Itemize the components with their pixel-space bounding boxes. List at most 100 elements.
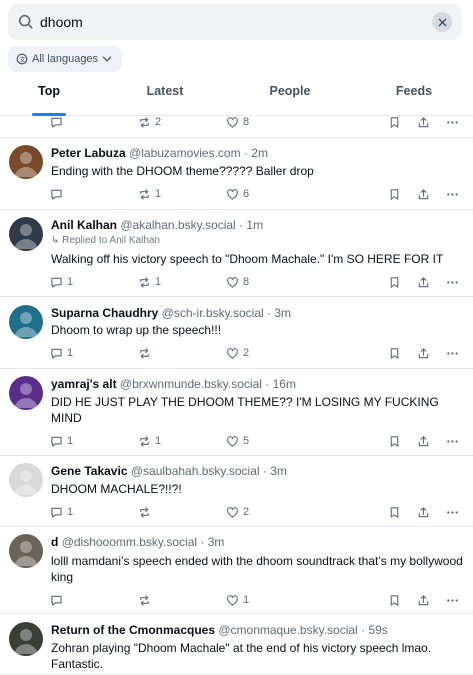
post-timestamp[interactable]: 59s	[368, 623, 387, 637]
author-handle[interactable]: @cmonmaque.bsky.social	[218, 623, 357, 637]
post[interactable]: d @dishooomm.bsky.social · 3m lolll mamda…	[0, 527, 473, 614]
tab-top[interactable]: Top	[26, 84, 72, 116]
repost-button[interactable]: 1	[138, 186, 161, 202]
repost-button[interactable]: 1	[138, 433, 161, 449]
bookmark-button[interactable]	[388, 592, 401, 608]
share-button[interactable]	[417, 186, 430, 202]
reply-button[interactable]	[50, 186, 67, 202]
post[interactable]: Anil Kalhan @akalhan.bsky.social · 1m ↳ R…	[0, 210, 473, 297]
post-timestamp[interactable]: 3m	[270, 464, 287, 478]
search-input[interactable]	[40, 4, 420, 40]
user-avatar-icon	[14, 541, 38, 566]
share-button[interactable]	[417, 114, 430, 130]
tab-feeds[interactable]: Feeds	[389, 84, 439, 116]
share-button[interactable]	[417, 592, 430, 608]
avatar[interactable]	[9, 217, 43, 251]
avatar[interactable]	[9, 376, 43, 410]
chevron-down-icon	[102, 56, 112, 62]
close-icon	[438, 18, 446, 26]
share-button[interactable]	[417, 274, 430, 290]
reply-button[interactable]	[50, 592, 67, 608]
avatar[interactable]	[9, 622, 43, 656]
author-name[interactable]: Suparna Chaudhry	[51, 306, 158, 320]
repost-button[interactable]: 2	[138, 114, 161, 130]
share-icon	[418, 116, 429, 127]
avatar[interactable]	[9, 534, 43, 568]
more-options-button[interactable]	[446, 186, 459, 202]
bookmark-button[interactable]	[388, 345, 401, 361]
reply-count: 1	[67, 435, 74, 447]
like-button[interactable]: 8	[226, 274, 249, 290]
heart-icon	[227, 506, 238, 518]
like-button[interactable]: 2	[226, 504, 249, 520]
like-button[interactable]: 2	[226, 345, 249, 361]
repost-button[interactable]	[138, 345, 155, 361]
reply-button[interactable]: 1	[50, 504, 73, 520]
post-header: Anil Kalhan @akalhan.bsky.social · 1m	[51, 218, 264, 232]
author-name[interactable]: yamraj's alt	[51, 377, 117, 391]
post[interactable]: Suparna Chaudhry @sch-ir.bsky.social · 3…	[0, 297, 473, 369]
author-handle[interactable]: @dishooomm.bsky.social	[62, 535, 197, 549]
tab-latest[interactable]: Latest	[138, 84, 192, 116]
language-filter-button[interactable]: 文 All languages	[8, 46, 123, 72]
bookmark-icon	[390, 276, 399, 288]
post-timestamp[interactable]: 3m	[274, 306, 291, 320]
post[interactable]: Gene Takavic @saulbahah.bsky.social · 3m…	[0, 456, 473, 527]
share-button[interactable]	[417, 504, 430, 520]
post-timestamp[interactable]: 3m	[208, 535, 225, 549]
avatar[interactable]	[9, 145, 43, 179]
post-timestamp[interactable]: 2m	[251, 146, 268, 160]
reply-indicator[interactable]: ↳ Replied to Anil Kalhan	[51, 235, 160, 246]
like-button[interactable]: 6	[226, 186, 249, 202]
like-count: 1	[243, 594, 250, 606]
more-options-button[interactable]	[446, 274, 459, 290]
post-timestamp[interactable]: 1m	[246, 218, 263, 232]
repost-button[interactable]	[138, 504, 155, 520]
more-options-button[interactable]	[446, 592, 459, 608]
bookmark-button[interactable]	[388, 186, 401, 202]
repost-icon	[140, 594, 149, 606]
bookmark-button[interactable]	[388, 504, 401, 520]
share-button[interactable]	[417, 345, 430, 361]
post-timestamp[interactable]: 16m	[273, 377, 296, 391]
post[interactable]: yamraj's alt @brxwnmunde.bsky.social · 1…	[0, 369, 473, 456]
author-name[interactable]: Return of the Cmonmacques	[51, 623, 215, 637]
reply-button[interactable]: 1	[50, 433, 73, 449]
bookmark-button[interactable]	[388, 274, 401, 290]
author-name[interactable]: Peter Labuza	[51, 146, 126, 160]
bookmark-button[interactable]	[388, 433, 401, 449]
like-button[interactable]: 1	[226, 592, 249, 608]
like-count: 8	[243, 116, 250, 128]
share-button[interactable]	[417, 433, 430, 449]
clear-search-button[interactable]	[432, 12, 452, 32]
post[interactable]: Peter Labuza @labuzamovies.com · 2m Endin…	[0, 138, 473, 210]
author-handle[interactable]: @sch-ir.bsky.social	[162, 306, 264, 320]
more-options-button[interactable]	[446, 114, 459, 130]
author-handle[interactable]: @akalhan.bsky.social	[120, 218, 235, 232]
author-name[interactable]: Anil Kalhan	[51, 218, 117, 232]
reply-button[interactable]: 1	[50, 345, 73, 361]
author-handle[interactable]: @labuzamovies.com	[129, 146, 241, 160]
repost-count: 1	[155, 435, 162, 447]
more-options-button[interactable]	[446, 504, 459, 520]
repost-button[interactable]	[138, 592, 155, 608]
repost-count: 1	[155, 188, 162, 200]
bookmark-button[interactable]	[388, 114, 401, 130]
avatar[interactable]	[9, 463, 43, 497]
tab-people[interactable]: People	[262, 84, 318, 116]
post-text: DID HE JUST PLAY THE DHOOM THEME?? I'M L…	[51, 395, 439, 425]
author-name[interactable]: d	[51, 535, 58, 549]
author-name[interactable]: Gene Takavic	[51, 464, 128, 478]
avatar[interactable]	[9, 305, 43, 339]
reply-button[interactable]: 1	[50, 274, 73, 290]
repost-button[interactable]: 1	[138, 274, 161, 290]
more-options-button[interactable]	[446, 433, 459, 449]
like-button[interactable]: 5	[226, 433, 249, 449]
author-handle[interactable]: @saulbahah.bsky.social	[131, 464, 260, 478]
post[interactable]: Return of the Cmonmacques @cmonmaque.bsk…	[0, 614, 473, 675]
more-options-button[interactable]	[446, 345, 459, 361]
author-handle[interactable]: @brxwnmunde.bsky.social	[120, 377, 262, 391]
like-button[interactable]: 8	[226, 114, 249, 130]
reply-button[interactable]	[50, 114, 63, 130]
repost-icon	[140, 506, 149, 518]
